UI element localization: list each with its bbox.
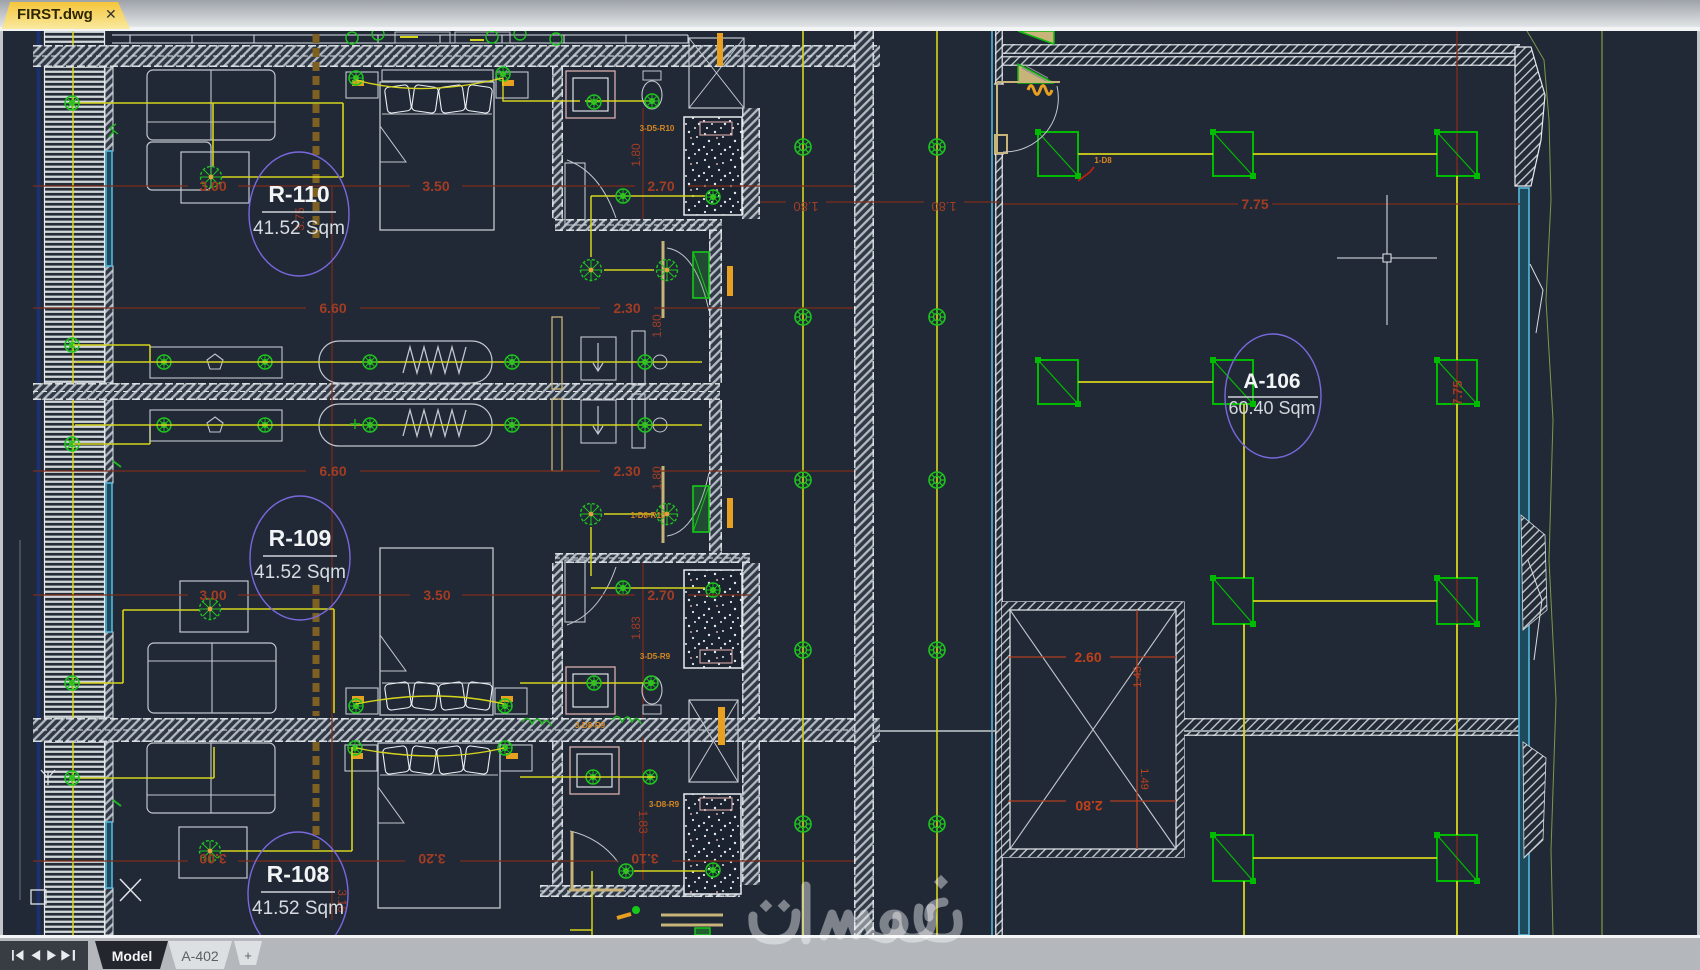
svg-text:3.00: 3.00: [199, 178, 226, 194]
svg-text:1.80: 1.80: [650, 314, 664, 338]
svg-text:1.80: 1.80: [931, 199, 956, 214]
svg-text:+: +: [244, 948, 252, 963]
svg-text:1.45: 1.45: [1132, 666, 1144, 687]
svg-text:1-D8: 1-D8: [1094, 156, 1112, 165]
svg-text:41.52 Sqm: 41.52 Sqm: [253, 218, 345, 239]
svg-text:A-402: A-402: [181, 948, 219, 964]
svg-text:3-D8-R9: 3-D8-R9: [649, 800, 680, 809]
svg-text:7.75: 7.75: [1450, 380, 1465, 405]
svg-text:41.52 Sqm: 41.52 Sqm: [254, 562, 346, 583]
svg-text:1.80: 1.80: [793, 199, 818, 214]
svg-text:3.20: 3.20: [418, 851, 445, 867]
svg-text:3.50: 3.50: [422, 178, 449, 194]
svg-text:3.00: 3.00: [199, 587, 226, 603]
svg-text:A-106: A-106: [1243, 370, 1300, 393]
svg-text:R-110: R-110: [268, 181, 329, 207]
svg-text:1.80: 1.80: [629, 143, 643, 167]
svg-text:1.80: 1.80: [650, 466, 664, 490]
svg-text:3.50: 3.50: [423, 587, 450, 603]
svg-text:2.60: 2.60: [1074, 649, 1101, 665]
svg-text:Model: Model: [112, 948, 152, 964]
svg-text:R-108: R-108: [267, 861, 330, 887]
svg-text:6.60: 6.60: [319, 300, 346, 316]
svg-text:3.00: 3.00: [199, 851, 226, 867]
svg-text:1-D8-R10: 1-D8-R10: [631, 511, 666, 520]
svg-text:3-D8-R9: 3-D8-R9: [575, 721, 606, 730]
svg-text:R-109: R-109: [269, 525, 332, 551]
svg-text:3.10: 3.10: [631, 851, 658, 867]
svg-text:60.40 Sqm: 60.40 Sqm: [1228, 398, 1315, 418]
svg-text:2.70: 2.70: [647, 178, 674, 194]
svg-text:2.30: 2.30: [613, 463, 640, 479]
svg-text:2.80: 2.80: [1075, 798, 1102, 814]
svg-text:1.83: 1.83: [636, 810, 650, 834]
svg-text:3-D5-R9: 3-D5-R9: [640, 652, 671, 661]
svg-text:7.75: 7.75: [1241, 196, 1268, 212]
svg-text:1.83: 1.83: [629, 616, 643, 640]
svg-text:3-D5-R10: 3-D5-R10: [640, 124, 675, 133]
svg-text:6.60: 6.60: [319, 463, 346, 479]
svg-text:2.70: 2.70: [647, 587, 674, 603]
svg-text:41.52 Sqm: 41.52 Sqm: [252, 898, 344, 919]
svg-text:1.49: 1.49: [1138, 768, 1150, 789]
svg-text:2.30: 2.30: [613, 300, 640, 316]
